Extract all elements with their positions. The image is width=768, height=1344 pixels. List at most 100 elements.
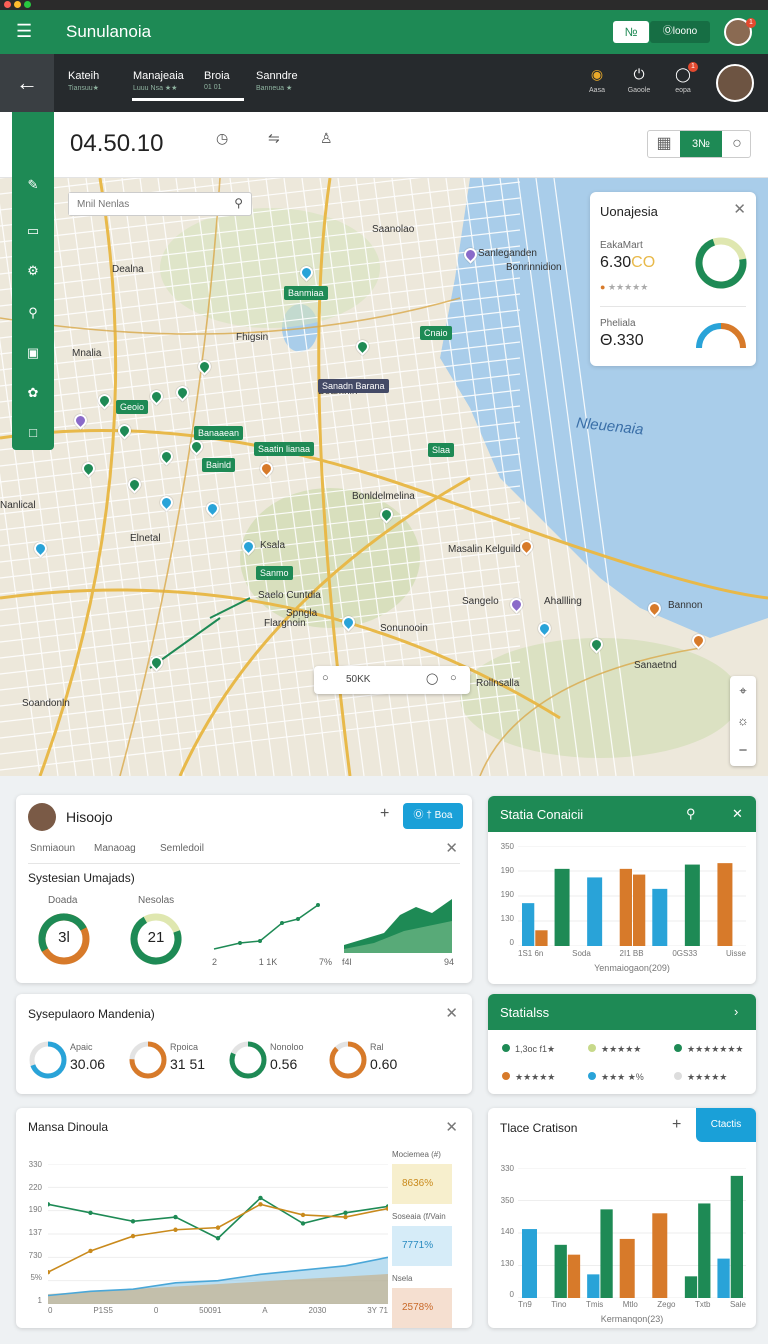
- map-tag[interactable]: Banaaean: [194, 426, 244, 440]
- close-icon[interactable]: ✕: [732, 806, 743, 822]
- toggle-button[interactable]: Ⓞloono: [650, 21, 710, 43]
- stat-box-label: Soseaia (f/Vain: [392, 1212, 446, 1221]
- puzzle-icon[interactable]: ✿: [22, 384, 44, 402]
- x-tick-label: 2I1 BB: [619, 949, 644, 958]
- panel-icon[interactable]: ▣: [22, 344, 44, 362]
- clock-icon[interactable]: ◷: [216, 130, 228, 147]
- map-tag[interactable]: Sanadn Barana: [318, 379, 389, 393]
- zoom-out-icon[interactable]: −: [730, 736, 756, 766]
- back-arrow-icon[interactable]: ←: [0, 54, 54, 112]
- user-avatar[interactable]: [716, 64, 754, 102]
- x-tick-label: 0GS33: [672, 949, 698, 958]
- profile-tab[interactable]: Semledoil: [160, 843, 204, 854]
- map-tag[interactable]: Cnaio: [420, 326, 452, 340]
- circle-icon[interactable]: ○: [450, 672, 457, 684]
- data-point: [300, 1212, 306, 1218]
- minimize-window-icon[interactable]: [14, 1, 21, 8]
- toolbar-tab[interactable]: Manajeaia Luuu Nsa ★★: [133, 70, 184, 92]
- data-point: [215, 1225, 221, 1230]
- chevron-right-icon[interactable]: ›: [734, 1004, 738, 1019]
- profile-tab[interactable]: Snmiaoun: [30, 843, 75, 854]
- map-tag[interactable]: Sanmo: [256, 566, 293, 580]
- zoom-window-icon[interactable]: [24, 1, 31, 8]
- area-x-axis: f4l 94: [342, 957, 454, 967]
- notification-badge: 1: [688, 62, 698, 72]
- menu-icon[interactable]: ☰: [16, 22, 32, 40]
- toolbar-action[interactable]: ◉ Aasa: [584, 66, 610, 94]
- toolbar-tab[interactable]: Broia 01 01: [204, 70, 230, 91]
- map-tag[interactable]: Banmiaa: [284, 286, 328, 300]
- bar: [554, 868, 570, 946]
- stat-row: ★★★★★: [674, 1072, 727, 1083]
- toolbar-action[interactable]: ◯ eopa 1: [670, 62, 698, 94]
- bar: [633, 874, 646, 946]
- map-tag[interactable]: Bainld: [202, 458, 236, 472]
- square-icon[interactable]: □: [22, 424, 44, 442]
- data-point: [173, 1214, 178, 1220]
- map-view-button[interactable]: 3№: [680, 131, 722, 157]
- x-tick-label: 1S1 6n: [518, 949, 544, 958]
- add-icon[interactable]: +: [672, 1116, 681, 1134]
- settings-icon[interactable]: ⚙: [22, 262, 44, 280]
- search-icon[interactable]: ⚲: [234, 196, 243, 210]
- donut-ring: [129, 1041, 167, 1079]
- profile-action-button[interactable]: Ⓞ † Boa: [403, 803, 463, 829]
- toolbar-tab[interactable]: Kateih Tiansuu★: [68, 70, 99, 92]
- circle-icon[interactable]: ○: [322, 672, 329, 684]
- map-view[interactable]: Saanolao Dealna Fhigsin Mnalia Nanlical Elnet…: [0, 178, 768, 776]
- toolbar-action[interactable]: ⏻ Gaoole: [626, 66, 652, 94]
- legend-dot: [502, 1072, 510, 1080]
- x-tick-label: Sale: [729, 1300, 746, 1309]
- search-icon[interactable]: ⚲: [22, 304, 44, 322]
- place-label: Sonunooin: [380, 623, 428, 634]
- stat-row: ★★★ ★%: [588, 1072, 644, 1083]
- map-search-input[interactable]: [69, 193, 219, 215]
- x-tick-label: Tn9: [518, 1300, 532, 1309]
- share-icon[interactable]: ⇋: [268, 130, 280, 147]
- edit-mode-button[interactable]: №: [613, 21, 649, 43]
- scale-label: 50KK: [346, 674, 371, 685]
- user-icon[interactable]: ♙: [320, 130, 333, 147]
- notification-badge: 1: [746, 18, 756, 28]
- place-label: Saanolao: [372, 224, 415, 235]
- trace-action-button[interactable]: Ctactis: [696, 1108, 756, 1142]
- edit-icon[interactable]: ✎: [22, 178, 44, 194]
- add-icon[interactable]: +: [380, 805, 389, 823]
- map-tag[interactable]: Saatin lianaa: [254, 442, 315, 456]
- search-icon[interactable]: ⚲: [686, 806, 696, 822]
- locate-icon[interactable]: ⌖: [730, 676, 756, 706]
- map-tag[interactable]: Slaa: [428, 443, 455, 457]
- close-icon[interactable]: ✕: [445, 1118, 458, 1136]
- close-icon[interactable]: ✕: [445, 1004, 458, 1022]
- profile-tab[interactable]: Manaoag: [94, 843, 136, 854]
- map-tag[interactable]: Geoio: [116, 400, 149, 414]
- bar: [717, 1258, 730, 1298]
- card-icon[interactable]: ▭: [22, 222, 44, 240]
- x-tick-label: 3Y 71: [367, 1306, 388, 1315]
- circle-view-icon[interactable]: ○: [722, 131, 752, 157]
- compass-icon[interactable]: ☼: [730, 706, 756, 736]
- legend-dot: [502, 1044, 510, 1052]
- legend-dot: [674, 1072, 682, 1080]
- metric2-value: Θ.330: [600, 332, 644, 349]
- x-axis-labels: 1S1 6n Soda 2I1 BB 0GS33 Uisse: [518, 949, 746, 958]
- bar: [587, 877, 603, 946]
- stat-box-value: 7771%: [392, 1226, 452, 1266]
- x-tick-label: A: [262, 1306, 268, 1315]
- legend-dot: [588, 1072, 596, 1080]
- place-label: Sangelo: [462, 596, 499, 607]
- y-tick-label: 730: [28, 1250, 42, 1260]
- forest-area: [240, 488, 420, 628]
- donut-value: 0.56: [270, 1056, 298, 1072]
- place-label: Ksala: [260, 540, 286, 551]
- area-chart: [344, 899, 452, 953]
- stat-box-label: Mociemea (#): [392, 1150, 441, 1159]
- close-icon[interactable]: ✕: [733, 200, 746, 218]
- y-tick-label: 140: [500, 1227, 514, 1236]
- toolbar-tab[interactable]: Sanndre Banneua ★: [256, 70, 298, 92]
- y-tick-label: 330: [500, 1164, 514, 1173]
- close-window-icon[interactable]: [4, 1, 11, 8]
- grid-view-icon[interactable]: ▦: [648, 131, 680, 157]
- close-icon[interactable]: ✕: [445, 839, 458, 857]
- toggle-icon[interactable]: ◯: [426, 672, 438, 685]
